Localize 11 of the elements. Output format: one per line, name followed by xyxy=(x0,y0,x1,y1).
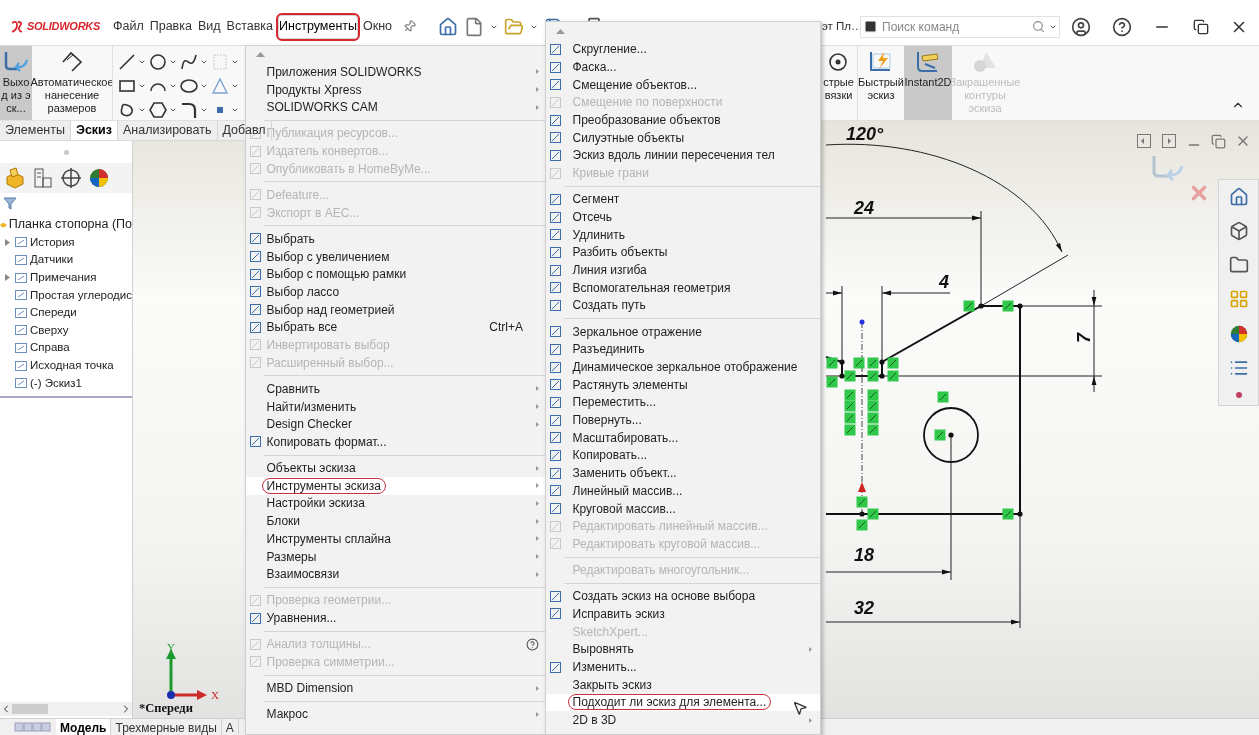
logo-text: SOLIDWORKS xyxy=(27,19,101,35)
axis-label: Y xyxy=(167,640,175,655)
dimension-label: 18 xyxy=(854,545,875,565)
dimension-label: 120° xyxy=(846,124,884,144)
view-name: *Спереди xyxy=(139,700,193,718)
dimension-label: 7 xyxy=(1074,333,1094,343)
dimension-label: 32 xyxy=(854,598,875,618)
dimension-label: 4 xyxy=(939,272,949,292)
document-title: эт Пл… xyxy=(822,18,860,34)
dimension-label: 24 xyxy=(854,198,875,218)
axis-label: X xyxy=(211,688,219,703)
